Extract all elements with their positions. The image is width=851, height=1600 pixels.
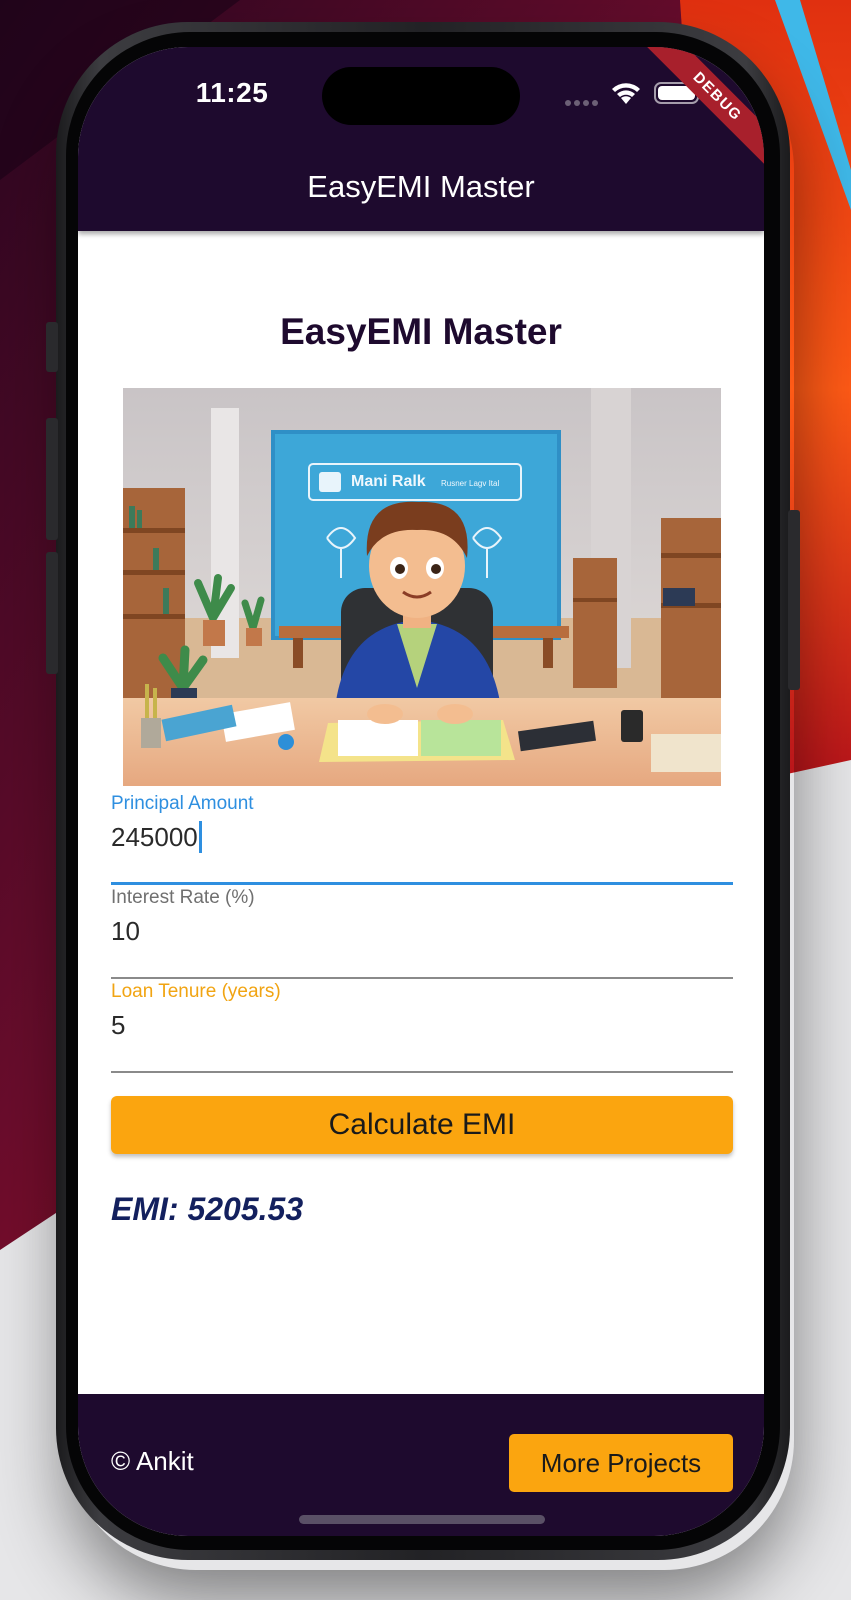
interest-rate-label: Interest Rate (%) — [111, 887, 255, 908]
loan-tenure-label: Loan Tenure (years) — [111, 981, 281, 1002]
interest-rate-underline — [111, 977, 733, 979]
app-bar: 11:25 EasyEMI Master — [78, 47, 764, 231]
text-cursor — [198, 821, 202, 853]
status-time: 11:25 — [195, 77, 269, 108]
volume-down-button — [46, 552, 58, 674]
phone-screen: 11:25 EasyEMI Master DEBUG EasyEMI Maste… — [78, 47, 764, 1536]
hero-sign-text: Mani Ralk — [351, 473, 426, 490]
signal-icon — [565, 100, 598, 106]
principal-amount-input[interactable]: 245000 — [111, 817, 202, 857]
hero-image: Mani Ralk Rusner Lagv Ital — [123, 388, 721, 786]
calculate-emi-button[interactable]: Calculate EMI — [111, 1096, 733, 1154]
copyright-text: © Ankit — [111, 1446, 194, 1476]
volume-up-button — [46, 418, 58, 540]
principal-amount-underline — [111, 882, 733, 885]
principal-amount-field[interactable]: Principal Amount 245000 — [111, 793, 733, 885]
page-title: EasyEMI Master — [280, 311, 562, 352]
home-indicator[interactable] — [299, 1515, 545, 1524]
app-bar-title: EasyEMI Master — [307, 169, 535, 204]
loan-tenure-underline — [111, 1071, 733, 1073]
loan-tenure-input[interactable]: 5 — [111, 1005, 125, 1045]
power-button — [788, 510, 800, 690]
interest-rate-input[interactable]: 10 — [111, 911, 140, 951]
dynamic-island — [322, 67, 520, 125]
loan-tenure-field[interactable]: Loan Tenure (years) 5 — [111, 981, 733, 1073]
emi-result: EMI: 5205.53 — [111, 1191, 304, 1227]
interest-rate-field[interactable]: Interest Rate (%) 10 — [111, 887, 733, 979]
hero-sign-subtext: Rusner Lagv Ital — [441, 479, 499, 488]
silent-switch — [46, 322, 58, 372]
more-projects-button[interactable]: More Projects — [509, 1434, 733, 1492]
principal-amount-value: 245000 — [111, 821, 198, 852]
wifi-icon — [612, 83, 640, 104]
principal-amount-label: Principal Amount — [111, 793, 254, 814]
